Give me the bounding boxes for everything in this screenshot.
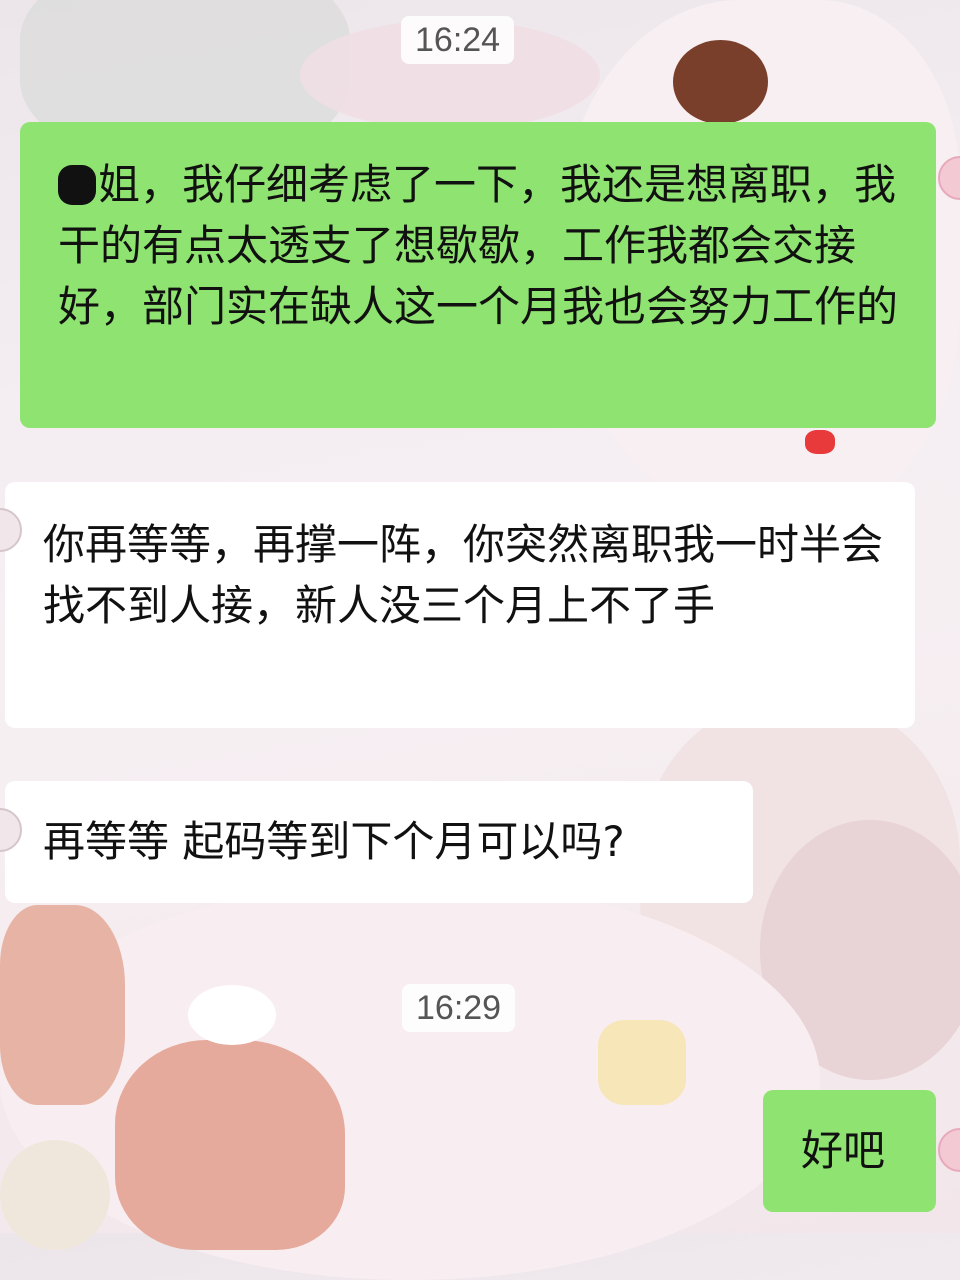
- incoming-message-bubble[interactable]: 再等等 起码等到下个月可以吗?: [5, 781, 753, 903]
- background-plush-bow: [805, 430, 835, 454]
- background-cupcake: [598, 1020, 686, 1105]
- background-plate: [0, 880, 820, 1280]
- message-text: 你再等等，再撑一阵，你突然离职我一时半会找不到人接，新人没三个月上不了手: [43, 520, 884, 630]
- incoming-message-bubble[interactable]: 你再等等，再撑一阵，你突然离职我一时半会找不到人接，新人没三个月上不了手: [5, 482, 915, 728]
- background-plush-eye: [673, 40, 768, 124]
- redacted-name: [58, 165, 96, 205]
- my-avatar[interactable]: [938, 1128, 960, 1172]
- timestamp: 16:29: [402, 984, 516, 1032]
- outgoing-message-bubble[interactable]: 姐，我仔细考虑了一下，我还是想离职，我干的有点太透支了想歇歇，工作我都会交接好，…: [20, 122, 936, 428]
- outgoing-message-bubble[interactable]: 好吧: [763, 1090, 936, 1212]
- message-text: 姐，我仔细考虑了一下，我还是想离职，我干的有点太透支了想歇歇，工作我都会交接好，…: [58, 160, 899, 331]
- background-cookie: [0, 905, 125, 1105]
- background-cloud: [188, 985, 276, 1045]
- background-cookie: [115, 1040, 345, 1250]
- message-text: 再等等 起码等到下个月可以吗?: [43, 817, 625, 866]
- background-cookie: [0, 1140, 110, 1250]
- timestamp: 16:24: [401, 16, 515, 64]
- message-text: 好吧: [801, 1126, 886, 1175]
